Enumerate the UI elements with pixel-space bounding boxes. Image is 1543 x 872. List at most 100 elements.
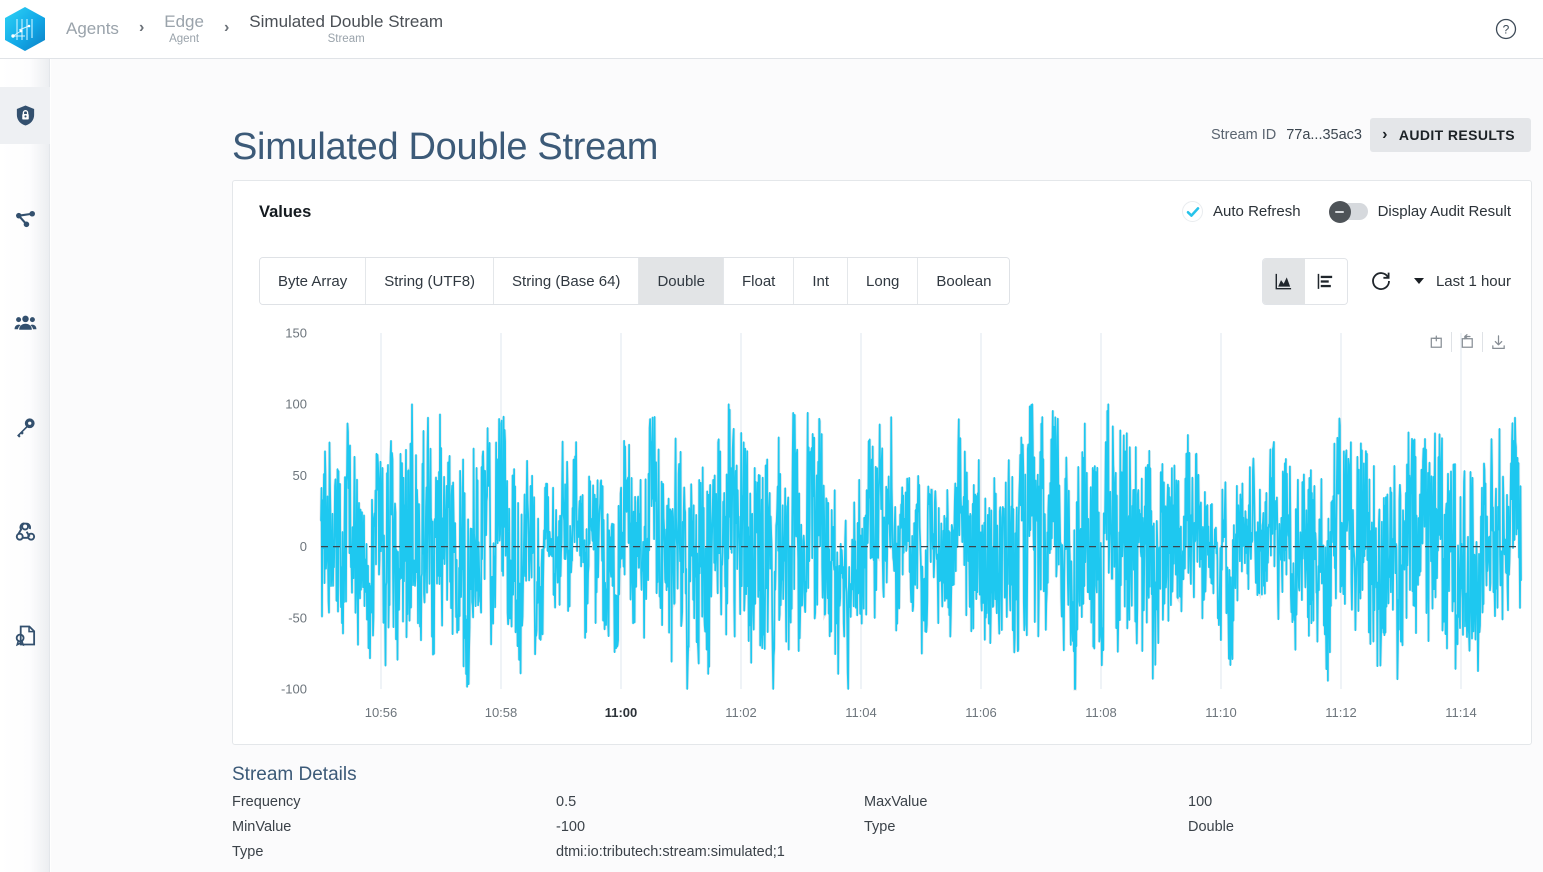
svg-text:11:14: 11:14: [1445, 705, 1477, 720]
type-button-string-utf8[interactable]: String (UTF8): [366, 258, 495, 304]
type-button-boolean[interactable]: Boolean: [918, 258, 1010, 304]
shield-lock-icon: [16, 105, 34, 126]
page-header: Simulated Double Stream Stream ID 77a...…: [51, 59, 1543, 168]
chevron-right-icon: ›: [1382, 126, 1388, 143]
svg-text:?: ?: [1503, 22, 1510, 36]
svg-text:11:04: 11:04: [845, 705, 877, 720]
help-button[interactable]: ?: [1495, 18, 1517, 40]
detail-value: [1188, 844, 1542, 860]
values-card: Values Auto Refresh Display Audit Result…: [232, 180, 1532, 745]
breadcrumb-item-agents[interactable]: Agents: [66, 19, 119, 39]
chevron-down-icon: [1413, 278, 1424, 284]
auto-refresh-label: Auto Refresh: [1213, 203, 1301, 220]
time-range-label: Last 1 hour: [1435, 272, 1511, 290]
svg-text:0: 0: [300, 539, 307, 554]
breadcrumb-item-edge[interactable]: Edge Agent: [164, 12, 204, 46]
value-type-button-group: Byte Array String (UTF8) String (Base 64…: [259, 257, 1011, 305]
refresh-icon: [1372, 272, 1390, 290]
toggle-knob: [1328, 200, 1351, 223]
svg-text:150: 150: [285, 326, 307, 341]
type-button-string-base64[interactable]: String (Base 64): [494, 258, 640, 304]
values-card-title: Values: [259, 203, 312, 221]
view-mode-toggle: [1261, 257, 1348, 305]
type-button-byte-array[interactable]: Byte Array: [260, 258, 367, 304]
audit-results-label: AUDIT RESULTS: [1398, 127, 1515, 143]
svg-text:11:10: 11:10: [1205, 705, 1237, 720]
detail-key: MinValue: [232, 819, 292, 835]
detail-key: Type: [232, 844, 264, 860]
chart-view-button[interactable]: [1262, 258, 1305, 304]
detail-value: 100: [1188, 794, 1213, 810]
detail-value: -100: [556, 819, 586, 835]
detail-key: [864, 844, 1188, 860]
sidebar-item-webhooks[interactable]: [0, 503, 50, 560]
time-range-selector[interactable]: Last 1 hour: [1413, 272, 1511, 290]
page-title: Simulated Double Stream: [232, 126, 659, 169]
refresh-button[interactable]: [1370, 270, 1392, 292]
list-view-button[interactable]: [1304, 258, 1347, 304]
refresh-controls: Auto Refresh Display Audit Result: [1182, 200, 1511, 223]
breadcrumb-item-stream[interactable]: Simulated Double Stream Stream: [249, 12, 443, 46]
breadcrumb-separator: ›: [138, 19, 145, 36]
stream-id-value: 77a...35ac3: [1286, 127, 1362, 143]
values-chart: 150 100 50 0 -50 -100 10:56 10:58 11:00 11:02 11:0…: [233, 321, 1533, 741]
svg-text:10:56: 10:56: [365, 705, 398, 720]
sidebar-item-keys[interactable]: [0, 399, 50, 456]
detail-key: Frequency: [232, 794, 301, 810]
detail-key: Type: [864, 819, 896, 835]
svg-text:100: 100: [285, 397, 307, 412]
stream-details-title: Stream Details: [232, 764, 357, 785]
svg-text:-100: -100: [281, 682, 307, 697]
detail-value: 0.5: [556, 794, 577, 810]
area-chart-icon: [1276, 273, 1292, 289]
detail-key: MaxValue: [864, 794, 928, 810]
breadcrumb-label: Agents: [66, 19, 119, 39]
values-card-header: Values Auto Refresh Display Audit Result: [233, 181, 1531, 243]
top-bar: Agents › Edge Agent › Simulated Double S…: [0, 0, 1543, 59]
breadcrumb-label: Simulated Double Stream: [249, 12, 444, 32]
auto-refresh-checkbox[interactable]: [1182, 201, 1204, 222]
tributech-hex-logo-icon: [5, 7, 45, 51]
svg-text:50: 50: [293, 468, 307, 483]
share-nodes-icon: [15, 210, 35, 228]
bar-list-icon: [1318, 273, 1333, 289]
svg-text:11:06: 11:06: [965, 705, 997, 720]
display-audit-result-label: Display Audit Result: [1377, 203, 1511, 220]
breadcrumb-label: Edge: [164, 12, 204, 32]
breadcrumb: Agents › Edge Agent › Simulated Double S…: [66, 0, 443, 59]
type-button-long[interactable]: Long: [848, 258, 919, 304]
main-content: Simulated Double Stream Stream ID 77a...…: [51, 59, 1543, 872]
key-icon: [16, 418, 35, 438]
type-button-double[interactable]: Double: [639, 258, 724, 304]
svg-text:11:08: 11:08: [1085, 705, 1117, 720]
svg-text:10:58: 10:58: [485, 705, 518, 720]
breadcrumb-sublabel: Agent: [169, 32, 200, 45]
type-button-int[interactable]: Int: [794, 258, 849, 304]
breadcrumb-sublabel: Stream: [327, 32, 365, 45]
detail-value: Double: [1188, 819, 1234, 835]
users-icon: [14, 315, 36, 330]
display-audit-result-toggle[interactable]: [1328, 200, 1368, 223]
type-button-float[interactable]: Float: [723, 258, 795, 304]
svg-text:11:02: 11:02: [725, 705, 757, 720]
stream-id-label: Stream ID: [1210, 127, 1277, 143]
chart-controls: Last 1 hour: [1261, 257, 1511, 305]
detail-value: dtmi:io:tributech:stream:simulated;1: [556, 844, 785, 860]
check-icon: [1186, 206, 1199, 217]
chart-plot[interactable]: 150 100 50 0 -50 -100 10:56 10:58 11:00 11:02 11:0…: [233, 321, 1533, 741]
breadcrumb-separator: ›: [223, 19, 230, 36]
help-circle-icon: ?: [1495, 18, 1517, 40]
document-certificate-icon: [15, 625, 35, 647]
sidebar: [0, 59, 50, 872]
sidebar-item-twin-graph[interactable]: [0, 191, 50, 248]
stream-details-grid: Frequency 0.5 MaxValue 100 MinValue -100…: [232, 794, 1542, 860]
audit-results-button[interactable]: › AUDIT RESULTS: [1370, 118, 1531, 152]
svg-text:11:12: 11:12: [1325, 705, 1357, 720]
sidebar-item-certificates[interactable]: [0, 607, 50, 664]
sidebar-item-users[interactable]: [0, 295, 50, 352]
sidebar-item-security[interactable]: [0, 87, 50, 144]
svg-text:-50: -50: [288, 610, 307, 625]
webhook-icon: [15, 522, 35, 541]
stream-details: Stream Details Frequency 0.5 MaxValue 10…: [232, 764, 1542, 860]
app-logo[interactable]: [0, 0, 50, 59]
